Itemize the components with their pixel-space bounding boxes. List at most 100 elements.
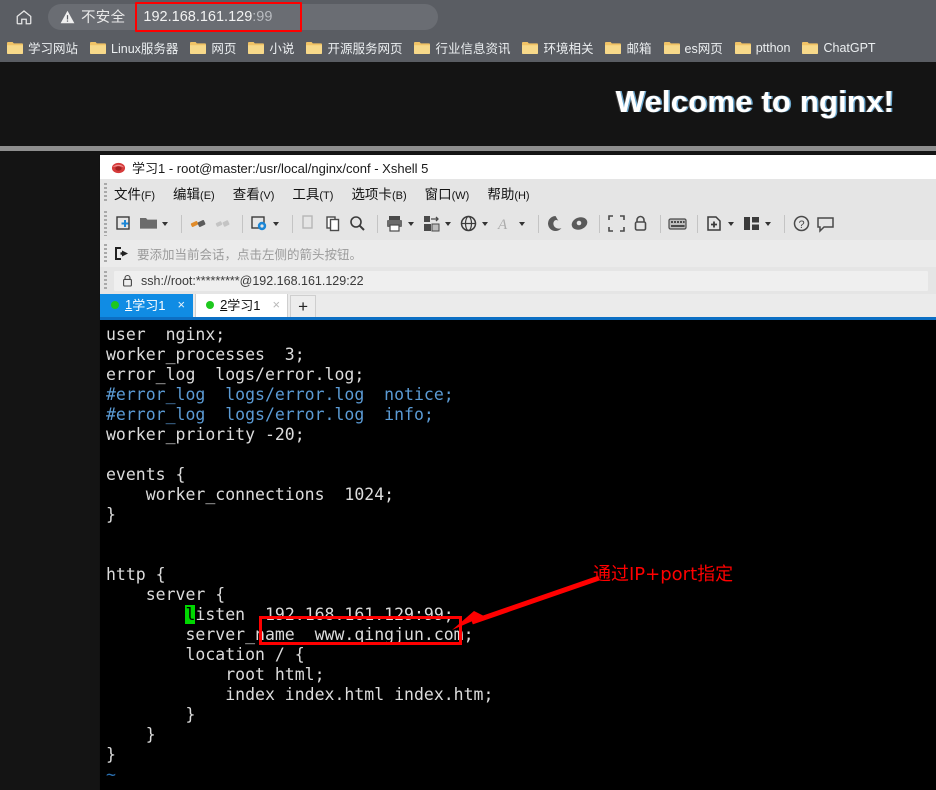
session-url-value: ssh://root:*********@192.168.161.129:22	[141, 273, 364, 288]
lock-icon	[123, 274, 132, 287]
terminal-line-listen-rest: isten 192.168.161.129:99;	[195, 605, 454, 624]
xshell-titlebar[interactable]: 学习1 - root@master:/usr/local/nginx/conf …	[100, 155, 936, 179]
menu-file-mnemonic: (F)	[141, 190, 156, 202]
toolbar-separator	[784, 214, 785, 233]
menu-help[interactable]: 帮助(H)	[487, 183, 529, 203]
xshell-toolbar: A ?	[100, 207, 936, 240]
new-tab-button[interactable]: +	[290, 295, 317, 317]
help-icon[interactable]: ?	[791, 213, 812, 234]
close-icon[interactable]: ×	[273, 297, 281, 312]
home-icon[interactable]	[10, 3, 38, 31]
new-session-icon[interactable]	[114, 213, 135, 234]
chevron-down-icon[interactable]	[445, 221, 451, 226]
print-icon[interactable]	[384, 213, 418, 234]
folder-icon	[190, 42, 207, 54]
close-icon[interactable]: ×	[177, 297, 185, 312]
addressbar-grip[interactable]	[104, 271, 107, 290]
notice-text: 要添加当前会话，点击左侧的箭头按钮。	[137, 248, 363, 262]
bookmark-label: 小说	[269, 42, 295, 56]
xshell-tabbar: 1 学习1 × 2 学习1 × +	[100, 291, 936, 320]
menu-window[interactable]: 窗口(W)	[425, 183, 470, 203]
toolbar-separator	[697, 214, 698, 233]
toolbar-separator	[660, 214, 661, 233]
lock-icon[interactable]	[630, 213, 651, 234]
bookmark-item[interactable]: Linux服务器	[85, 35, 185, 60]
warning-triangle-icon	[60, 10, 75, 23]
menu-view[interactable]: 查看(V)	[233, 183, 275, 203]
page-title: Welcome to nginx!	[615, 84, 894, 119]
find-icon[interactable]	[347, 213, 368, 234]
bookmark-item[interactable]: es网页	[659, 35, 730, 60]
toolbar-separator	[599, 214, 600, 233]
menubar-grip[interactable]	[104, 183, 107, 203]
url-host: 192.168.161.129	[143, 8, 253, 25]
address-bar[interactable]: 不安全 192.168.161.129:99	[48, 1, 438, 32]
font-icon: A	[495, 213, 529, 234]
bookmark-item[interactable]: 邮箱	[600, 35, 658, 60]
chevron-down-icon[interactable]	[162, 221, 168, 226]
xagent-icon[interactable]	[569, 213, 590, 234]
menu-tabs[interactable]: 选项卡(B)	[351, 183, 406, 203]
screenshot-root: Welcome to nginx! CSDN @百慕卿君 不安全 192.168…	[0, 0, 936, 790]
add-session-arrow-icon[interactable]	[114, 246, 130, 261]
toolbar-separator	[242, 214, 243, 233]
menu-edit[interactable]: 编辑(E)	[173, 183, 215, 203]
toolbar-grip[interactable]	[104, 211, 107, 236]
terminal-line: }	[106, 745, 116, 764]
bookmark-item[interactable]: 行业信息资讯	[409, 35, 517, 60]
paste-icon[interactable]	[323, 213, 344, 234]
feedback-icon[interactable]	[815, 213, 836, 234]
tab-session-1[interactable]: 1 学习1 ×	[100, 291, 194, 317]
terminal-line: index index.html index.htm;	[106, 685, 494, 704]
bookmark-item[interactable]: 网页	[185, 35, 243, 60]
bookmark-item[interactable]: 小说	[243, 35, 301, 60]
tab-session-2[interactable]: 2 学习1 ×	[195, 291, 289, 317]
chevron-down-icon[interactable]	[728, 221, 734, 226]
transfer-icon[interactable]	[421, 213, 455, 234]
chevron-down-icon[interactable]	[519, 221, 525, 226]
bookmark-item[interactable]: ptthon	[730, 38, 798, 58]
bookmark-item[interactable]: 学习网站	[2, 35, 85, 60]
chevron-down-icon[interactable]	[765, 221, 771, 226]
folder-icon	[734, 42, 751, 54]
folder-icon	[90, 42, 107, 54]
folder-icon	[802, 42, 819, 54]
terminal-pane[interactable]: user nginx; worker_processes 3; error_lo…	[100, 320, 936, 790]
toolbar-separator	[538, 214, 539, 233]
folder-icon	[663, 42, 680, 54]
tab-label: 学习1	[227, 298, 261, 313]
terminal-cursor: l	[185, 605, 196, 624]
bookmark-item[interactable]: 开源服务网页	[301, 35, 409, 60]
chevron-down-icon[interactable]	[408, 221, 414, 226]
menu-file[interactable]: 文件(F)	[114, 183, 155, 203]
add-pane-icon[interactable]	[704, 213, 738, 234]
url-text-wrap[interactable]: 192.168.161.129:99	[135, 1, 303, 32]
browser-icon[interactable]	[458, 213, 492, 234]
keyboard-icon[interactable]	[667, 213, 688, 234]
bookmark-label: es网页	[684, 42, 723, 56]
layout-icon[interactable]	[741, 213, 775, 234]
notice-grip[interactable]	[104, 244, 107, 263]
terminal-line: ~	[106, 765, 116, 784]
xftp-icon[interactable]	[545, 213, 566, 234]
connect-icon[interactable]	[188, 213, 209, 234]
session-properties-icon[interactable]	[249, 213, 283, 234]
copy-icon	[299, 213, 320, 234]
bookmark-label: 学习网站	[28, 42, 79, 56]
chevron-down-icon[interactable]	[482, 221, 488, 226]
terminal-line: worker_connections 1024;	[106, 485, 395, 504]
xshell-menubar: 文件(F) 编辑(E) 查看(V) 工具(T) 选项卡(B) 窗口(W) 帮助(…	[100, 179, 936, 207]
tab-number: 1	[125, 297, 133, 312]
session-url-input[interactable]: ssh://root:*********@192.168.161.129:22	[114, 270, 928, 291]
chevron-down-icon[interactable]	[273, 221, 279, 226]
open-folder-icon[interactable]	[138, 213, 172, 234]
tab-label: 学习1	[132, 298, 166, 313]
menu-tabs-mnemonic: (B)	[391, 190, 407, 202]
annotation-note: 通过IP+port指定	[593, 564, 734, 585]
fullscreen-icon[interactable]	[606, 213, 627, 234]
page-divider	[0, 146, 936, 151]
bookmark-item[interactable]: 环境相关	[517, 35, 600, 60]
menu-tools[interactable]: 工具(T)	[292, 183, 333, 203]
bookmark-item[interactable]: ChatGPT	[797, 38, 882, 58]
